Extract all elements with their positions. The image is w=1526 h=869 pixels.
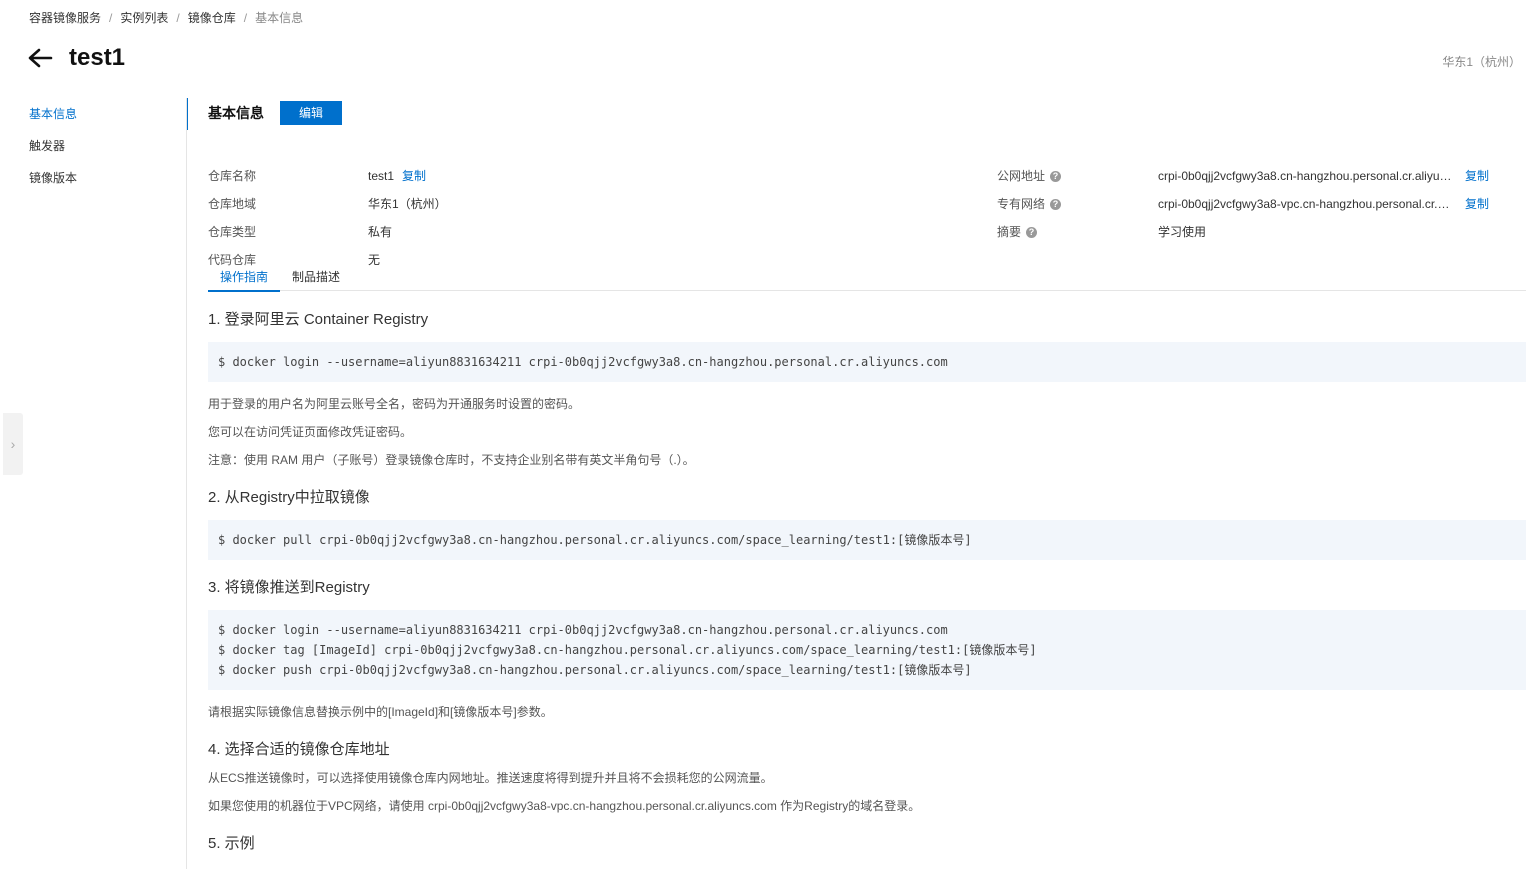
repo-region-value: 华东1（杭州） bbox=[368, 197, 447, 211]
side-nav: 基本信息 触发器 镜像版本 bbox=[0, 98, 188, 194]
step-1-desc-3: 注意：使用 RAM 用户（子账号）登录镜像仓库时，不支持企业别名带有英文半角句号… bbox=[208, 453, 695, 467]
breadcrumb-current: 基本信息 bbox=[255, 11, 304, 25]
chevron-right-icon: › bbox=[10, 436, 16, 452]
step-3-title: 3. 将镜像推送到Registry bbox=[208, 579, 370, 596]
step-5-title: 5. 示例 bbox=[208, 835, 255, 852]
repo-name-text: test1 bbox=[368, 169, 395, 183]
breadcrumb-separator: / bbox=[176, 10, 180, 25]
copy-repo-name-link[interactable]: 复制 bbox=[402, 169, 426, 183]
help-icon[interactable]: ? bbox=[1050, 198, 1062, 210]
public-addr-label: 公网地址 ? bbox=[997, 162, 1062, 190]
info-grid: 仓库名称 test1 复制 仓库地域 华东1（杭州） 仓库类型 私有 代码仓库 无… bbox=[208, 128, 1526, 268]
info-row-public-addr: 公网地址 ? crpi-0b0qjj2vcfgwy3a8.cn-hangzhou… bbox=[997, 162, 1497, 190]
operation-guide: 1. 登录阿里云 Container Registry $ docker log… bbox=[208, 306, 1526, 858]
info-row-summary: 摘要 ? 学习使用 bbox=[997, 218, 1497, 246]
step-3-desc: 请根据实际镜像信息替换示例中的[ImageId]和[镜像版本号]参数。 bbox=[208, 705, 553, 719]
step-1-desc-1: 用于登录的用户名为阿里云账号全名，密码为开通服务时设置的密码。 bbox=[208, 397, 581, 411]
edit-button[interactable]: 编辑 bbox=[280, 101, 342, 125]
repo-type-value: 私有 bbox=[368, 225, 393, 239]
step-1-desc-2: 您可以在访问凭证页面修改凭证密码。 bbox=[208, 425, 413, 439]
sidenav-item-basic-info[interactable]: 基本信息 bbox=[0, 98, 188, 130]
info-row-repo-region: 仓库地域 华东1（杭州） bbox=[208, 190, 608, 218]
step-1-code: $ docker login --username=aliyun88316342… bbox=[208, 342, 1526, 382]
breadcrumb-image-repos[interactable]: 镜像仓库 bbox=[188, 9, 236, 26]
breadcrumb-separator: / bbox=[243, 10, 248, 25]
summary-label: 摘要 ? bbox=[997, 218, 1038, 246]
back-arrow-icon[interactable] bbox=[27, 47, 53, 69]
info-row-vpc-addr: 专有网络 ? crpi-0b0qjj2vcfgwy3a8-vpc.cn-hang… bbox=[997, 190, 1497, 218]
step-2-code: $ docker pull crpi-0b0qjj2vcfgwy3a8.cn-h… bbox=[208, 520, 1526, 560]
nav-divider bbox=[186, 98, 187, 869]
public-addr-label-text: 公网地址 bbox=[997, 169, 1046, 183]
info-row-repo-type: 仓库类型 私有 bbox=[208, 218, 608, 246]
tab-artifact-description[interactable]: 制品描述 bbox=[280, 264, 352, 291]
vpc-addr-label: 专有网络 ? bbox=[997, 190, 1062, 218]
section-title: 基本信息 bbox=[208, 105, 264, 121]
vpc-addr-value: crpi-0b0qjj2vcfgwy3a8-vpc.cn-hangzhou.pe… bbox=[1158, 197, 1454, 211]
repo-region-label: 仓库地域 bbox=[208, 197, 257, 211]
breadcrumb: 容器镜像服务 / 实例列表 / 镜像仓库 / 基本信息 bbox=[29, 9, 303, 26]
info-row-repo-name: 仓库名称 test1 复制 bbox=[208, 162, 608, 190]
sidenav-item-triggers[interactable]: 触发器 bbox=[0, 130, 188, 162]
sidenav-item-image-versions[interactable]: 镜像版本 bbox=[0, 162, 188, 194]
repo-type-label: 仓库类型 bbox=[208, 225, 257, 239]
step-1-title: 1. 登录阿里云 Container Registry bbox=[208, 311, 429, 328]
breadcrumb-container-registry[interactable]: 容器镜像服务 bbox=[29, 9, 101, 26]
basic-info-header: 基本信息 编辑 bbox=[208, 98, 1526, 128]
help-icon[interactable]: ? bbox=[1050, 170, 1062, 182]
main-content: 基本信息 编辑 仓库名称 test1 复制 仓库地域 华东1（杭州） 仓库类型 私… bbox=[208, 98, 1526, 852]
copy-public-addr-link[interactable]: 复制 bbox=[1465, 162, 1489, 190]
copy-vpc-addr-link[interactable]: 复制 bbox=[1465, 190, 1489, 218]
help-icon[interactable]: ? bbox=[1026, 226, 1038, 238]
tab-operation-guide[interactable]: 操作指南 bbox=[208, 264, 281, 292]
summary-value: 学习使用 bbox=[1158, 225, 1207, 239]
public-addr-value: crpi-0b0qjj2vcfgwy3a8.cn-hangzhou.person… bbox=[1158, 169, 1454, 183]
page-header: test1 bbox=[27, 44, 125, 72]
step-4-desc-2: 如果您使用的机器位于VPC网络，请使用 crpi-0b0qjj2vcfgwy3a… bbox=[208, 799, 921, 813]
step-4-title: 4. 选择合适的镜像仓库地址 bbox=[208, 741, 390, 758]
summary-label-text: 摘要 bbox=[997, 225, 1022, 239]
collapse-handle[interactable]: › bbox=[3, 413, 23, 475]
step-3-code: $ docker login --username=aliyun88316342… bbox=[208, 610, 1526, 690]
step-2-title: 2. 从Registry中拉取镜像 bbox=[208, 489, 370, 506]
breadcrumb-separator: / bbox=[109, 10, 113, 25]
tabs: 操作指南 制品描述 bbox=[208, 264, 1526, 292]
repo-name-value: test1 复制 bbox=[368, 162, 426, 190]
region-label: 华东1（杭州） bbox=[1442, 55, 1521, 69]
step-4-desc-1: 从ECS推送镜像时，可以选择使用镜像仓库内网地址。推送速度将得到提升并且将不会损… bbox=[208, 771, 773, 785]
repo-name-label: 仓库名称 bbox=[208, 169, 257, 183]
breadcrumb-instance-list[interactable]: 实例列表 bbox=[120, 9, 168, 26]
page-title: test1 bbox=[69, 44, 126, 71]
vpc-addr-label-text: 专有网络 bbox=[997, 197, 1046, 211]
